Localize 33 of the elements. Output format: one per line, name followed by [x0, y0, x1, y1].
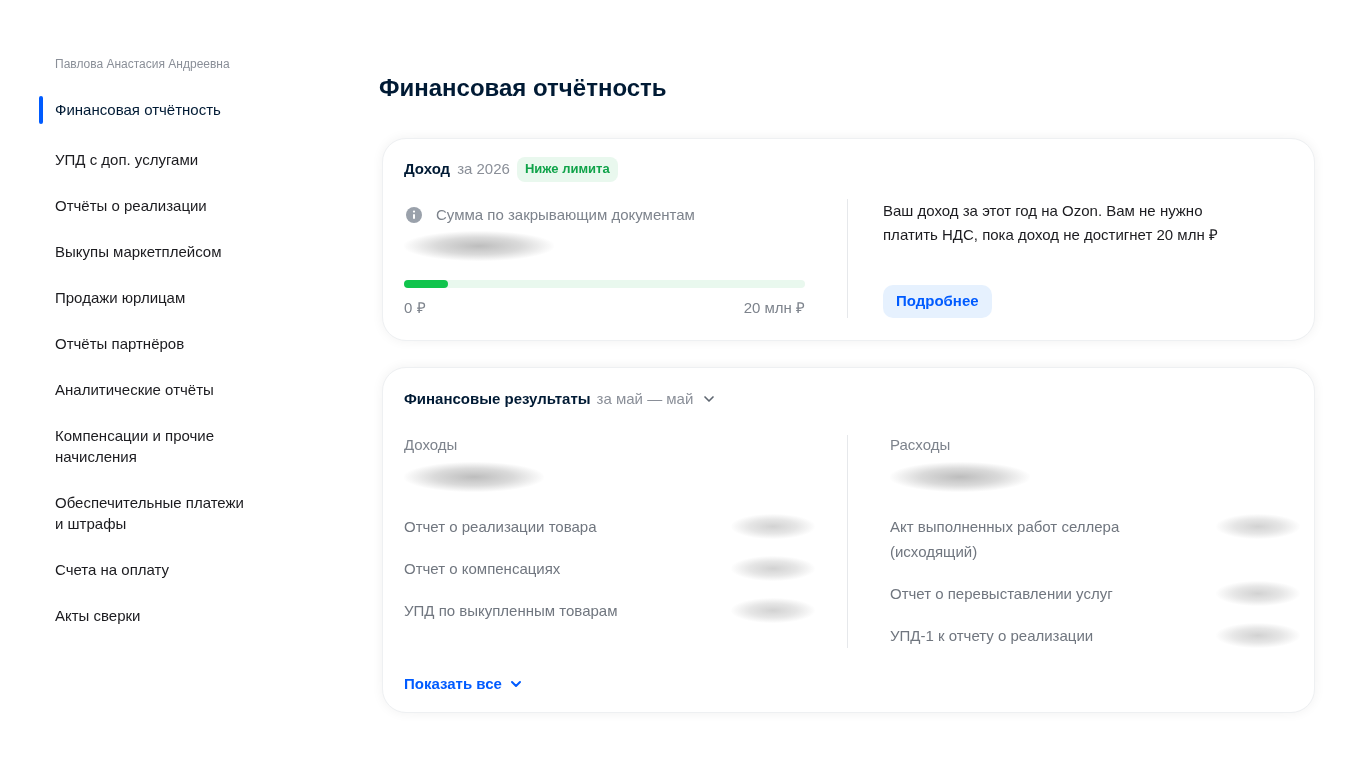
user-name: Павлова Анастасия Андреевна: [55, 56, 230, 72]
period-label: за 2026: [457, 158, 510, 179]
nav-item[interactable]: Компенсации и прочие начисления: [55, 424, 253, 467]
sum-label: Сумма по закрывающим документам: [436, 204, 695, 225]
nav-item[interactable]: Счета на оплату: [55, 558, 253, 580]
range-min-label: 0 ₽: [404, 298, 426, 318]
nav-item[interactable]: Акты сверки: [55, 604, 253, 626]
nav-item[interactable]: Финансовая отчётность: [55, 99, 253, 120]
row-label: Отчет о реализации товара: [404, 517, 598, 537]
nav-item[interactable]: Отчёты партнёров: [55, 332, 253, 354]
details-button[interactable]: Подробнее: [883, 285, 992, 318]
column-heading: Расходы: [890, 435, 951, 455]
row-label: Отчет о компенсациях: [404, 559, 562, 579]
nav-item[interactable]: Выкупы маркетплейсом: [55, 240, 253, 262]
info-icon: [406, 207, 422, 223]
card-title: Финансовые результаты: [404, 388, 591, 409]
row-label: Отчет о перевыставлении услуг: [890, 584, 1114, 604]
nav-item[interactable]: Обеспечительные платежи и штрафы: [55, 491, 253, 534]
income-description: Ваш доход за этот год на Ozon. Вам не нужно платить НДС, пока доход не достигнет 20 млн ₽: [883, 201, 1219, 245]
range-max-label: 20 млн ₽: [743, 298, 805, 318]
row-label: Акт выполненных работ селлера (исходящий): [890, 517, 1121, 562]
column-heading: Доходы: [404, 435, 458, 455]
row-label: УПД-1 к отчету о реализации: [890, 626, 1095, 646]
show-all-link[interactable]: Показать все: [404, 674, 524, 694]
card-title: Доход: [404, 158, 451, 179]
nav-item[interactable]: Аналитические отчёты: [55, 378, 253, 400]
selection-indicator: [39, 95, 43, 124]
nav-item[interactable]: Продажи юрлицам: [55, 286, 253, 308]
nav-item[interactable]: Отчёты о реализации: [55, 194, 253, 216]
row-label: УПД по выкупленным товарам: [404, 601, 619, 621]
page-title: Финансовая отчётность: [379, 73, 667, 103]
nav-item[interactable]: УПД с доп. услугами: [55, 148, 253, 170]
status-badge: Ниже лимита: [516, 156, 618, 182]
